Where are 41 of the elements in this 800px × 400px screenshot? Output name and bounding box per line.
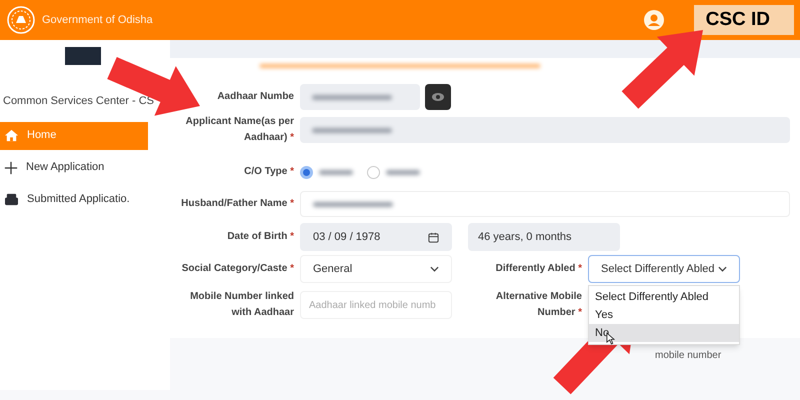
field-label: Applicant Name(as per Aadhaar) * <box>184 115 294 145</box>
dropdown-option[interactable]: Yes <box>589 306 739 324</box>
plus-icon <box>4 160 18 174</box>
field-label: Social Category/Caste * <box>180 262 294 276</box>
radio-button[interactable] <box>300 166 313 178</box>
field-label: Husband/Father Name * <box>180 197 294 211</box>
tray-icon <box>4 193 19 206</box>
redacted-text <box>319 170 353 174</box>
field-label: C/O Type * <box>243 165 294 179</box>
home-icon <box>4 128 19 143</box>
user-id: CSC ID <box>694 4 794 36</box>
date-value: 03 / 09 / 1978 <box>313 230 380 245</box>
user-avatar-icon[interactable] <box>644 10 664 30</box>
chevron-down-icon <box>718 266 727 272</box>
select-value: Select Differently Abled <box>601 262 715 277</box>
input-field[interactable] <box>300 117 790 143</box>
sidebar-item[interactable]: New Application <box>0 154 148 182</box>
chevron-down-icon <box>430 266 439 272</box>
site-title: Government of Odisha <box>42 12 153 28</box>
redacted-logo <box>65 47 101 65</box>
calendar-icon[interactable] <box>428 232 439 242</box>
field-label: Mobile Number linked with Aadhaar <box>189 290 294 320</box>
date-field[interactable]: 03 / 09 / 1978 <box>300 223 452 251</box>
input-field[interactable] <box>300 84 420 110</box>
emblem-icon <box>6 5 36 35</box>
field-hint: mobile number <box>655 349 722 363</box>
field-label: Date of Birth * <box>226 230 294 244</box>
redacted-text <box>386 170 420 174</box>
field-label: Alternative Mobile Number * <box>494 290 582 320</box>
select-value: General <box>313 262 352 277</box>
sidebar-item[interactable]: Submitted Applicatio. <box>0 186 148 214</box>
select-field[interactable]: General <box>300 255 452 283</box>
dropdown-option[interactable]: Select Differently Abled <box>589 288 739 306</box>
eye-icon[interactable] <box>425 84 451 110</box>
age-field: 46 years, 0 months <box>468 223 620 251</box>
input-field[interactable] <box>300 191 790 217</box>
field-label: Aadhaar Numbe <box>216 90 294 104</box>
radio-button[interactable] <box>367 166 380 178</box>
field-label: Differently Abled * <box>494 262 582 276</box>
select-field[interactable]: Select Differently Abled <box>588 255 740 283</box>
input-field[interactable]: Aadhaar linked mobile numb <box>300 291 452 319</box>
